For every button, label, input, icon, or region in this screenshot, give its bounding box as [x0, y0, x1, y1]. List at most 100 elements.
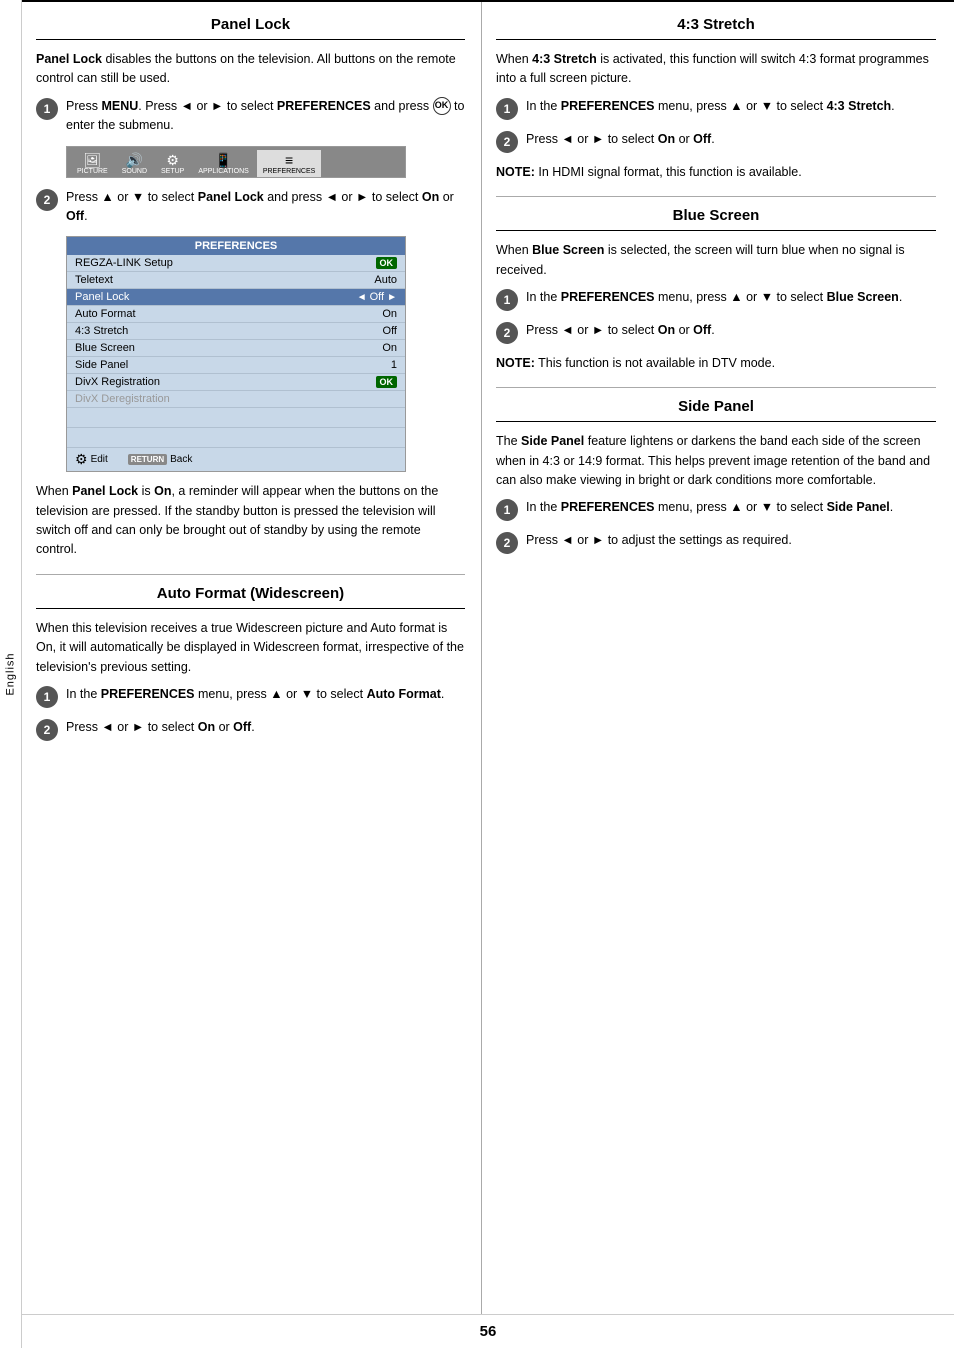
panel-lock-title: Panel Lock — [36, 16, 465, 40]
side-panel-label: Side Panel — [75, 359, 128, 371]
panel-lock-bold2: Panel Lock — [198, 190, 264, 204]
auto-format-section: Auto Format (Widescreen) When this telev… — [36, 585, 465, 741]
menu-empty-row2 — [67, 428, 405, 448]
bs-off-bold: Off — [693, 323, 711, 337]
divider-side-panel — [496, 387, 936, 388]
footer-edit-label: Edit — [91, 454, 108, 465]
panel-lock-intro: Panel Lock disables the buttons on the t… — [36, 50, 465, 89]
divider-blue-screen — [496, 196, 936, 197]
sp-step1-text: In the PREFERENCES menu, press ▲ or ▼ to… — [526, 498, 936, 517]
s43-pref-bold: PREFERENCES — [561, 99, 655, 113]
panel-lock-reminder-bold: Panel Lock — [72, 484, 138, 498]
menu-row-43-stretch: 4:3 Stretch Off — [67, 323, 405, 340]
tab-sound: 🔊 SOUND — [116, 150, 153, 177]
setup-tab-label: SETUP — [161, 168, 184, 175]
panel-lock-row-right: ◄ Off ► — [357, 291, 397, 303]
blue-screen-section: Blue Screen When Blue Screen is selected… — [496, 207, 936, 373]
menu-row-regza: REGZA-LINK Setup OK — [67, 255, 405, 272]
panel-lock-step2: 2 Press ▲ or ▼ to select Panel Lock and … — [36, 188, 465, 227]
sp-pref-bold: PREFERENCES — [561, 500, 655, 514]
auto-format-label: Auto Format — [75, 308, 136, 320]
blue-screen-bold-intro: Blue Screen — [532, 243, 604, 257]
af-on-bold: On — [198, 720, 215, 734]
page-number: 56 — [480, 1323, 497, 1340]
af-off-bold: Off — [233, 720, 251, 734]
side-panel-bold-intro: Side Panel — [521, 434, 584, 448]
divx-reg-label: DivX Registration — [75, 376, 160, 388]
side-panel-title: Side Panel — [496, 398, 936, 422]
side-panel-value: 1 — [391, 359, 397, 371]
stretch43-note: NOTE: In HDMI signal format, this functi… — [496, 163, 936, 182]
af-name-bold: Auto Format — [367, 687, 441, 701]
tab-preferences: ≡ PREFERENCES — [257, 150, 322, 177]
af-pref-bold: PREFERENCES — [101, 687, 195, 701]
bs-on-bold: On — [658, 323, 675, 337]
menu-row-auto-format: Auto Format On — [67, 306, 405, 323]
panel-lock-section: Panel Lock Panel Lock disables the butto… — [36, 16, 465, 560]
bs-name-bold: Blue Screen — [827, 290, 899, 304]
side-panel-step2: 2 Press ◄ or ► to adjust the settings as… — [496, 531, 936, 554]
stretch43-section: 4:3 Stretch When 4:3 Stretch is activate… — [496, 16, 936, 182]
af-step1-text: In the PREFERENCES menu, press ▲ or ▼ to… — [66, 685, 465, 704]
auto-format-step2: 2 Press ◄ or ► to select On or Off. — [36, 718, 465, 741]
footer-edit: ⚙ Edit — [75, 451, 108, 468]
teletext-value: Auto — [374, 274, 397, 286]
off-bold: Off — [66, 209, 84, 223]
sound-tab-icon: 🔊 — [126, 153, 143, 167]
right-column: 4:3 Stretch When 4:3 Stretch is activate… — [482, 2, 952, 1314]
af-step2-text: Press ◄ or ► to select On or Off. — [66, 718, 465, 737]
menu-screenshot: 🖼 PICTURE 🔊 SOUND ⚙ SETUP 📱 — [66, 146, 406, 178]
sound-tab-label: SOUND — [122, 168, 147, 175]
stretch43-title: 4:3 Stretch — [496, 16, 936, 40]
menu-header: PREFERENCES — [67, 237, 405, 255]
stretch43-bold-intro: 4:3 Stretch — [532, 52, 597, 66]
tab-setup: ⚙ SETUP — [155, 150, 190, 177]
arrow-right-icon: ► — [387, 292, 397, 303]
auto-format-title: Auto Format (Widescreen) — [36, 585, 465, 609]
sp-name-bold: Side Panel — [827, 500, 890, 514]
af-step2-num: 2 — [36, 719, 58, 741]
regza-label: REGZA-LINK Setup — [75, 257, 173, 269]
step1-text: Press MENU. Press ◄ or ► to select PREFE… — [66, 97, 465, 136]
sp-step1-num: 1 — [496, 499, 518, 521]
tab-applications: 📱 APPLICATIONS — [192, 150, 254, 177]
return-badge-icon: RETURN — [128, 454, 167, 465]
arrow-left-icon: ◄ — [357, 292, 367, 303]
setup-tab-icon: ⚙ — [166, 153, 179, 167]
blue-screen-intro: When Blue Screen is selected, the screen… — [496, 241, 936, 280]
side-panel-intro: The Side Panel feature lightens or darke… — [496, 432, 936, 490]
tab-picture: 🖼 PICTURE — [71, 150, 114, 177]
step1-number: 1 — [36, 98, 58, 120]
s43-step1-num: 1 — [496, 98, 518, 120]
s43-step2-text: Press ◄ or ► to select On or Off. — [526, 130, 936, 149]
applications-tab-label: APPLICATIONS — [198, 168, 248, 175]
s43-step2-num: 2 — [496, 131, 518, 153]
43-stretch-value: Off — [383, 325, 397, 337]
bs-step2-num: 2 — [496, 322, 518, 344]
blue-screen-step2: 2 Press ◄ or ► to select On or Off. — [496, 321, 936, 344]
s43-off-bold: Off — [693, 132, 711, 146]
blue-screen-note-text: NOTE: This function is not available in … — [496, 354, 936, 373]
stretch43-note-text: NOTE: In HDMI signal format, this functi… — [496, 163, 936, 182]
stretch43-note-label: NOTE: — [496, 165, 535, 179]
menu-row-divx-dereg: DivX Deregistration — [67, 391, 405, 408]
blue-screen-title: Blue Screen — [496, 207, 936, 231]
menu-row-panel-lock: Panel Lock ◄ Off ► — [67, 289, 405, 306]
footer-back: RETURN Back — [128, 451, 193, 468]
left-column: Panel Lock Panel Lock disables the butto… — [22, 2, 482, 1314]
applications-tab-icon: 📱 — [215, 153, 232, 167]
auto-format-step1: 1 In the PREFERENCES menu, press ▲ or ▼ … — [36, 685, 465, 708]
on-bold: On — [422, 190, 439, 204]
menu-row-teletext: Teletext Auto — [67, 272, 405, 289]
preferences-menu: PREFERENCES REGZA-LINK Setup OK Teletext… — [66, 236, 406, 472]
sp-step2-text: Press ◄ or ► to adjust the settings as r… — [526, 531, 936, 550]
on-reminder-bold: On — [154, 484, 171, 498]
bs-step1-text: In the PREFERENCES menu, press ▲ or ▼ to… — [526, 288, 936, 307]
af-step1-num: 1 — [36, 686, 58, 708]
preferences-tab-label: PREFERENCES — [263, 168, 316, 175]
menu-row-side-panel: Side Panel 1 — [67, 357, 405, 374]
teletext-label: Teletext — [75, 274, 113, 286]
stretch43-intro: When 4:3 Stretch is activated, this func… — [496, 50, 936, 89]
bs-step2-text: Press ◄ or ► to select On or Off. — [526, 321, 936, 340]
s43-name-bold: 4:3 Stretch — [827, 99, 892, 113]
